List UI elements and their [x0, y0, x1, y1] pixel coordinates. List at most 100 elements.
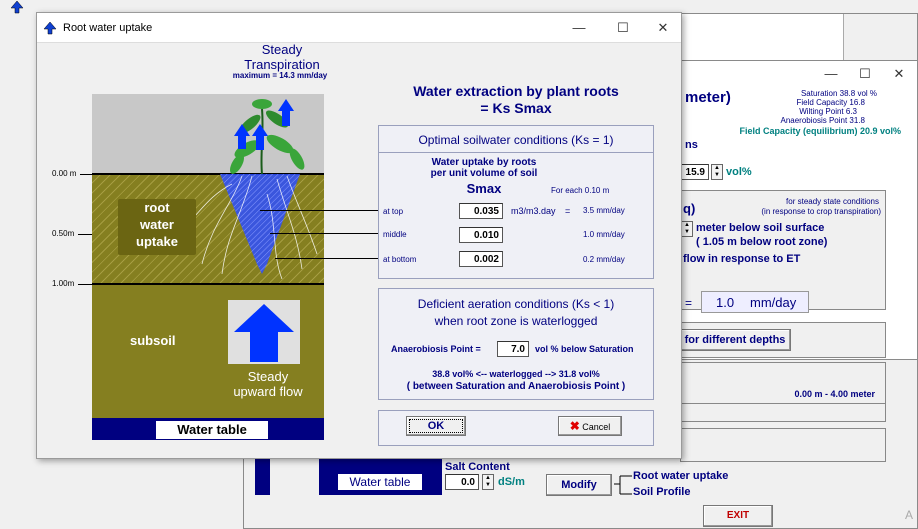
field-capacity-label: Field Capacity 16.8 — [796, 98, 865, 107]
anaerobiosis-unit: vol % below Saturation — [535, 344, 634, 354]
ok-button[interactable]: OK — [406, 416, 466, 436]
flow-response-label: flow in response to ET — [683, 253, 801, 265]
below-root-zone-label: ( 1.05 m below root zone) — [696, 236, 828, 248]
depth-range-label: 0.00 m - 4.00 meter — [794, 389, 875, 399]
root-label-3: uptake — [136, 234, 178, 249]
deficient-panel: Deficient aeration conditions (Ks < 1) w… — [378, 288, 654, 400]
vol-input[interactable]: 15.9 — [681, 164, 709, 180]
depth-label-1: 1.00m — [52, 279, 75, 288]
minimize-button[interactable]: — — [819, 64, 843, 84]
upward-arrow-icon — [234, 304, 294, 362]
between-line: ( between Saturation and Anaerobiosis Po… — [406, 381, 626, 392]
extraction-heading-1: Water extraction by plant roots — [413, 83, 619, 99]
vol-spinner[interactable]: ▲ ▼ — [711, 164, 723, 180]
connector-top — [260, 210, 382, 211]
side-letter: A — [905, 508, 914, 522]
modify-option-soil[interactable]: Soil Profile — [633, 486, 690, 498]
depth-spinner[interactable]: ▲ ▼ — [681, 221, 693, 237]
connector-bottom — [275, 258, 382, 259]
waterlogged-range: 38.8 vol% <-- waterlogged --> 31.8 vol% — [432, 369, 600, 379]
smax-label: Smax — [466, 181, 502, 196]
row-bottom-mm: 0.2 mm/day — [583, 255, 625, 264]
depths-panel: for different depths — [679, 322, 886, 358]
salt-content-label: Salt Content — [445, 461, 510, 473]
cancel-button[interactable]: ✖ Cancel — [558, 416, 622, 436]
uptake-label-2: per unit volume of soil — [430, 168, 538, 179]
wilting-point-label: Wilting Point 6.3 — [799, 107, 857, 116]
dialog-minimize-button[interactable]: — — [567, 18, 591, 38]
back-water-table-bar: Water table — [319, 455, 442, 495]
row-middle-input[interactable]: 0.010 — [459, 227, 503, 243]
subsoil-label: subsoil — [130, 333, 176, 348]
dialog-close-button[interactable]: ✕ — [651, 18, 675, 38]
row-top-input[interactable]: 0.035 — [459, 203, 503, 219]
modify-bracket — [614, 475, 632, 495]
profile-bar-left — [255, 455, 270, 495]
max-transpiration-label: maximum = 14.3 mm/day — [232, 71, 328, 80]
extra-panel — [680, 428, 886, 462]
flow-value: 1.0 — [716, 295, 735, 310]
vol-unit: vol% — [726, 166, 752, 178]
row-top-mm: 3.5 mm/day — [583, 206, 625, 215]
steady-flow-label-2: upward flow — [233, 384, 303, 399]
root-label-2: water — [140, 217, 174, 232]
row-top-label: at top — [383, 207, 404, 216]
connector-middle — [270, 233, 382, 234]
anaerobiosis-label: Anaerobiosis Point 31.8 — [780, 116, 866, 125]
steady-note-2: (in response to crop transpiration) — [761, 207, 881, 216]
depth-label-05: 0.50m — [52, 229, 75, 238]
diagram-water-table-label: Water table — [156, 421, 268, 439]
row-middle-label: middle — [383, 230, 407, 239]
transpiration-label: Transpiration — [244, 57, 320, 72]
root-label-1: root — [144, 200, 170, 215]
row-top-eq: = — [565, 206, 571, 216]
groundwater-panel: q) for steady state conditions (in respo… — [680, 190, 886, 313]
row-bottom-label: at bottom — [383, 255, 417, 264]
red-x-icon: ✖ — [569, 419, 580, 433]
flow-eq: = — [685, 296, 693, 310]
row-bottom-input[interactable]: 0.002 — [459, 251, 503, 267]
steady-flow-label-1: Steady — [247, 369, 289, 384]
ns-label: ns — [685, 139, 698, 151]
flow-box: 1.0 mm/day — [701, 291, 809, 313]
deficient-title-2: when root zone is waterlogged — [434, 314, 598, 328]
anaerobiosis-label: Anaerobiosis Point = — [391, 344, 481, 354]
steady-note-1: for steady state conditions — [786, 197, 879, 206]
exit-button[interactable]: EXIT — [703, 505, 773, 527]
salt-spinner[interactable]: ▲ ▼ — [482, 474, 494, 490]
deficient-title-1: Deficient aeration conditions (Ks < 1) — [417, 297, 615, 311]
maximize-button[interactable]: ☐ — [853, 64, 877, 84]
back-water-table-label: Water table — [337, 473, 423, 491]
saturation-label: Saturation 38.8 vol % — [800, 89, 877, 98]
up-arrow-icon — [43, 21, 57, 35]
modify-option-root[interactable]: Root water uptake — [633, 470, 728, 482]
row-middle-mm: 1.0 mm/day — [583, 230, 625, 239]
cancel-label: Cancel — [582, 422, 611, 432]
optimal-title: Optimal soilwater conditions (Ks = 1) — [418, 133, 614, 147]
row-top-unit: m3/m3.day — [511, 206, 556, 216]
dialog-titlebar: Root water uptake — ☐ ✕ — [37, 13, 681, 43]
anaerobiosis-input[interactable]: 7.0 — [497, 341, 529, 357]
upward-arrow-box — [228, 300, 300, 364]
optimal-panel: Optimal soilwater conditions (Ks = 1) Wa… — [378, 125, 654, 279]
each-label: For each 0.10 m — [551, 186, 610, 195]
app-icon — [10, 0, 24, 14]
depth-label-0: 0.00 m — [52, 169, 77, 178]
close-button[interactable]: ✕ — [887, 64, 911, 84]
different-depths-button[interactable]: for different depths — [679, 329, 791, 351]
dialog-title: Root water uptake — [63, 22, 153, 34]
flow-unit: mm/day — [750, 295, 797, 310]
fc-equilibrium-label: Field Capacity (equilibrium) 20.9 vol% — [739, 126, 901, 136]
diagram-water-table-bar: Water table — [92, 418, 324, 440]
salt-unit: dS/m — [498, 476, 525, 488]
uptake-label-1: Water uptake by roots — [431, 157, 537, 168]
dialog-maximize-button[interactable]: ☐ — [611, 18, 635, 38]
q-label: q) — [683, 201, 696, 216]
modify-button[interactable]: Modify — [546, 474, 612, 496]
extraction-heading-2: = Ks Smax — [480, 100, 552, 116]
below-surface-label: meter below soil surface — [696, 222, 825, 234]
root-cone — [191, 99, 318, 280]
salt-input[interactable]: 0.0 — [445, 474, 479, 490]
steady-label: Steady — [261, 42, 303, 57]
depth-range-panel: 0.00 m - 4.00 meter — [680, 362, 886, 422]
